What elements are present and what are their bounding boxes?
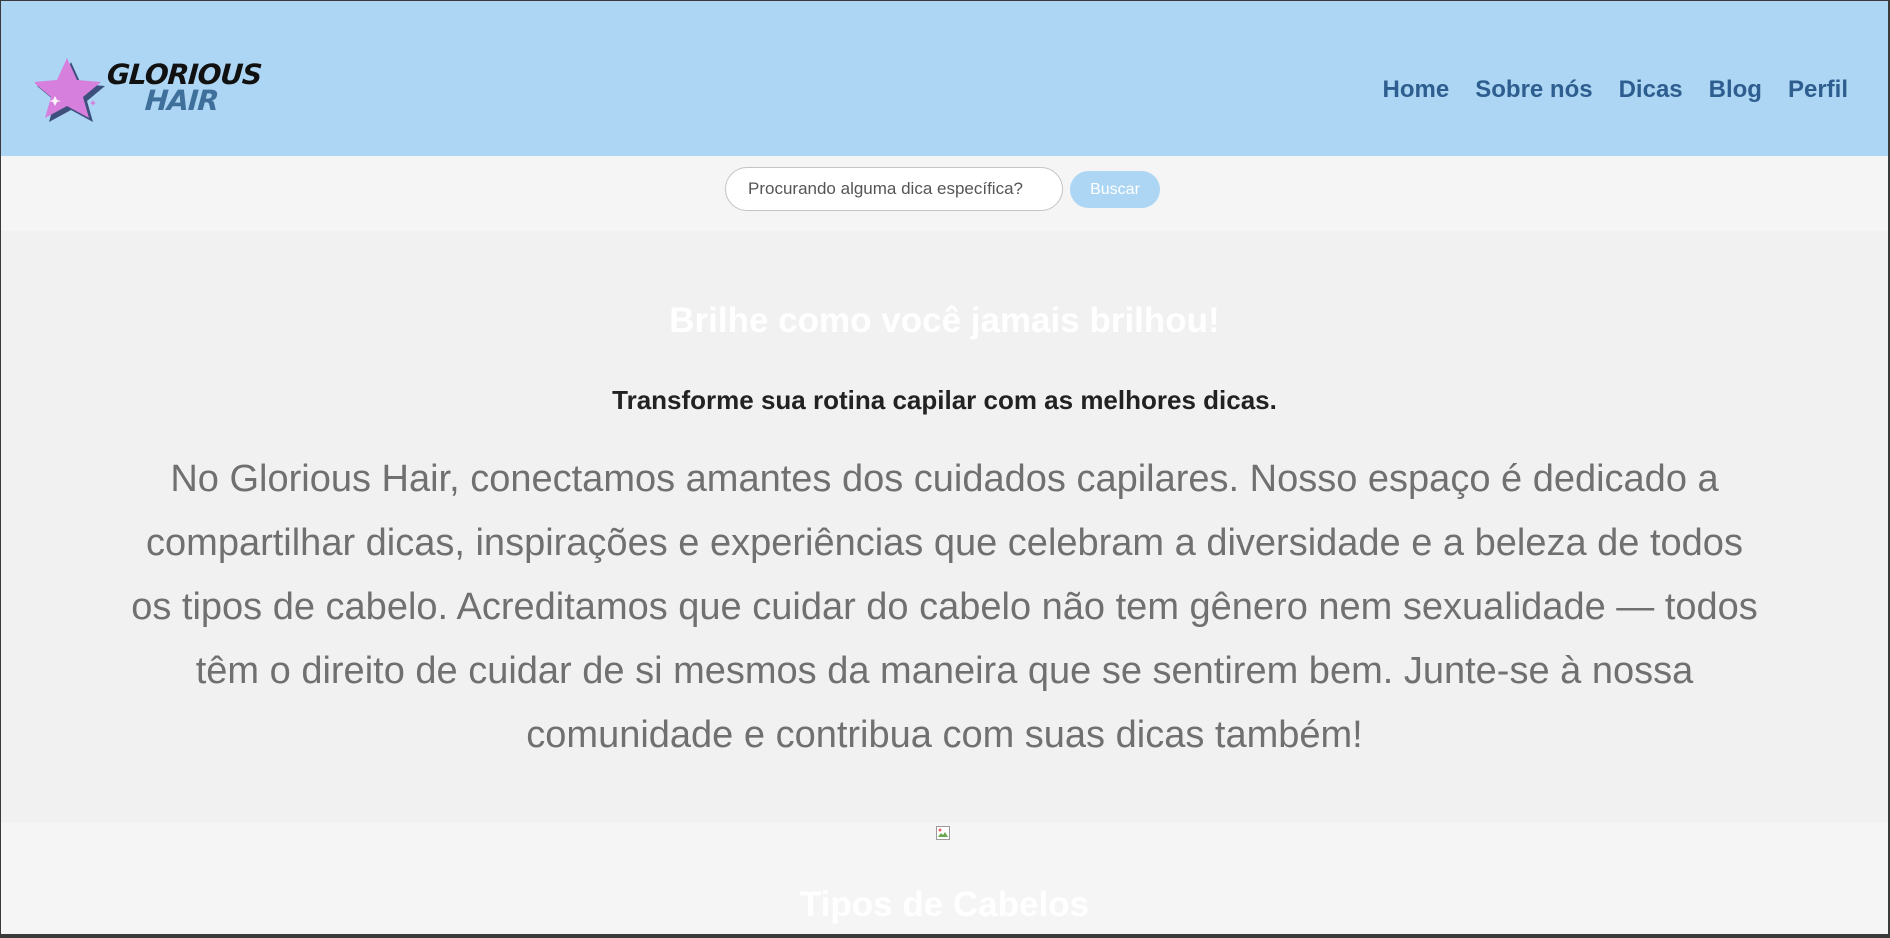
search-button[interactable]: Buscar (1070, 171, 1160, 208)
star-icon (35, 58, 105, 122)
nav-link-perfil[interactable]: Perfil (1788, 76, 1848, 104)
site-logo[interactable]: GLORIOUS HAIR (35, 56, 265, 124)
site-header: GLORIOUS HAIR Home Sobre nós Dicas Blog … (1, 1, 1888, 156)
hero-description: No Glorious Hair, conectamos amantes dos… (131, 458, 1758, 756)
broken-image-icon (936, 826, 950, 840)
nav-link-dicas[interactable]: Dicas (1619, 76, 1683, 104)
logo-text-line2: HAIR (143, 84, 220, 117)
main-nav: Home Sobre nós Dicas Blog Perfil (1383, 76, 1848, 104)
nav-link-blog[interactable]: Blog (1709, 76, 1762, 104)
hero-section: Brilhe como você jamais brilhou! Transfo… (1, 231, 1888, 823)
logo-wordmark: GLORIOUS HAIR (106, 58, 263, 117)
nav-link-sobre-nos[interactable]: Sobre nós (1475, 76, 1592, 104)
search-input[interactable] (725, 167, 1063, 211)
browser-viewport: GLORIOUS HAIR Home Sobre nós Dicas Blog … (1, 1, 1888, 934)
hero-title: Brilhe como você jamais brilhou! (669, 301, 1220, 340)
hero-subtitle: Transforme sua rotina capilar com as mel… (612, 385, 1277, 415)
search-bar: Buscar (1, 156, 1888, 231)
section-title-tipos-de-cabelos: Tipos de Cabelos (799, 885, 1090, 924)
nav-link-home[interactable]: Home (1383, 76, 1450, 104)
